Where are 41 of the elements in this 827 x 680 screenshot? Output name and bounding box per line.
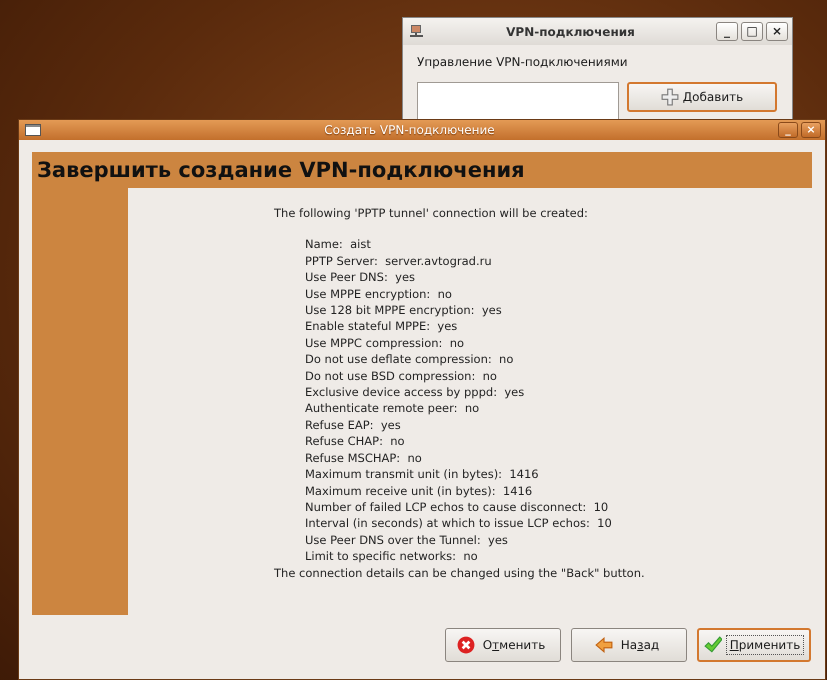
window-control-button[interactable]: _ — [716, 22, 738, 41]
detail-line: Exclusive device access by pppd: yes — [305, 384, 526, 400]
detail-line: Authenticate remote peer: no — [305, 400, 480, 417]
detail-line: Refuse MSCHAP: no — [305, 450, 423, 466]
detail-line: Enable stateful MPPE: yes — [305, 318, 458, 335]
window-title: Создать VPN-подключение — [323, 123, 496, 137]
checkmark-icon — [704, 636, 722, 654]
section-label: Управление VPN-подключениями — [417, 55, 629, 69]
detail-line: Name: aist — [305, 236, 372, 253]
detail-line: Limit to specific networks: no — [305, 548, 479, 565]
detail-line: Do not use BSD compression: no — [305, 368, 498, 384]
cancel-button[interactable]: Отменить — [445, 628, 561, 662]
window-icon — [25, 124, 41, 136]
detail-line: Number of failed LCP echos to cause disconnect: 10 — [305, 498, 610, 516]
detail-line: PPTP Server: server.avtograd.ru — [305, 252, 493, 270]
detail-line: Maximum receive unit (in bytes): 1416 — [305, 482, 534, 499]
detail-line: Use MPPC compression: no — [305, 334, 466, 352]
add-button[interactable]: Добавить — [627, 82, 777, 112]
apply-button[interactable]: Применить — [697, 628, 811, 662]
detail-line: Use Peer DNS: yes — [305, 269, 416, 286]
detail-line: Do not use deflate compression: no — [305, 351, 514, 368]
back-button[interactable]: Назад — [571, 628, 687, 662]
detail-line: Refuse CHAP: no — [305, 433, 406, 450]
plus-icon — [660, 88, 679, 106]
detail-line: Use MPPE encryption: no — [305, 286, 453, 302]
computer-icon — [409, 24, 425, 40]
window-title: VPN-подключения — [505, 24, 636, 38]
detail-line: Interval (in seconds) at which to issue LCP echos: 10 — [305, 515, 613, 532]
window-control-button[interactable]: □ — [741, 22, 763, 41]
connection-list[interactable] — [417, 82, 619, 122]
detail-line: Refuse EAP: yes — [305, 416, 402, 434]
left-arrow-icon — [594, 636, 613, 654]
intro-text: The following 'PPTP tunnel' connection will be created: — [274, 205, 589, 222]
page-heading: Завершить создание VPN-подключения — [37, 158, 525, 182]
window-control-button[interactable]: × — [766, 22, 788, 41]
detail-line: Maximum transmit unit (in bytes): 1416 — [305, 466, 540, 482]
footer-text: The connection details can be changed using the "Back" button. — [274, 564, 645, 581]
detail-line: Use 128 bit MPPE encryption: yes — [305, 302, 503, 318]
window-control-button[interactable]: _ — [778, 122, 798, 138]
cancel-icon — [456, 636, 475, 654]
detail-line: Use Peer DNS over the Tunnel: yes — [305, 532, 509, 548]
